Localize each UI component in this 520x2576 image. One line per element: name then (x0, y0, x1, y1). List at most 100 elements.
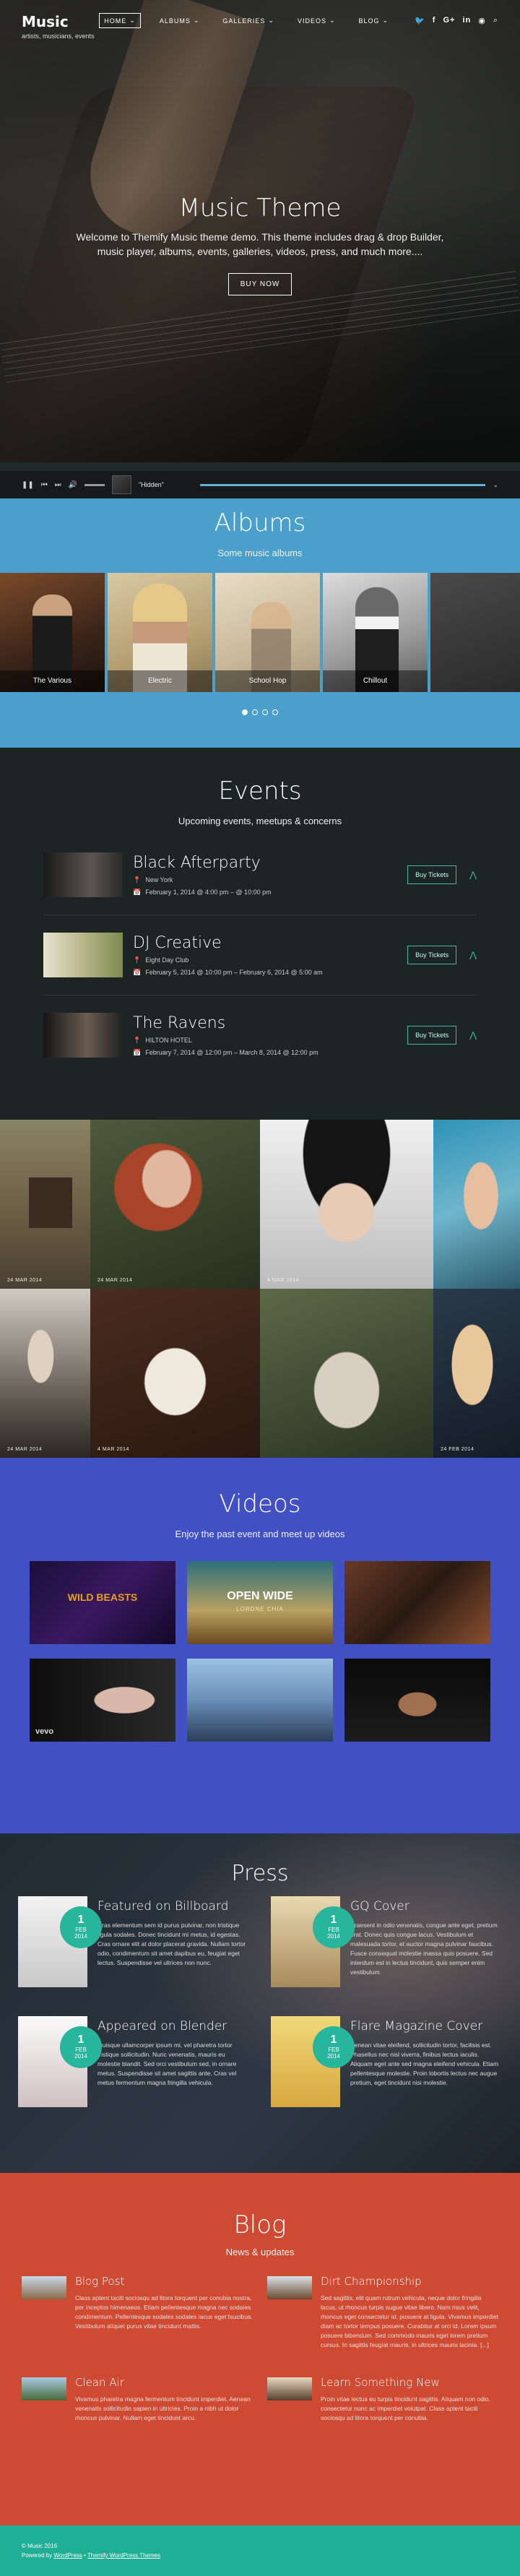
video-thumbnail[interactable] (344, 1659, 490, 1742)
carousel-dot[interactable] (262, 709, 268, 715)
linkedin-icon[interactable]: in (462, 16, 471, 25)
press-item-title[interactable]: Featured on Billboard (98, 1899, 249, 1914)
wordpress-link[interactable]: WordPress (53, 2552, 82, 2559)
gallery-photo[interactable]: 24 MAR 2014 (90, 1120, 260, 1289)
chevron-down-icon[interactable]: ⌄ (493, 481, 498, 489)
albums-section: Albums Some music albums The Various Ele… (0, 498, 520, 748)
next-icon[interactable]: ⏭ (55, 481, 61, 489)
gallery-photo[interactable]: 4 MAR 2014 (260, 1120, 433, 1289)
rss-icon[interactable]: ◉ (478, 16, 486, 25)
volume-slider[interactable] (84, 483, 105, 486)
badge-year: 2014 (74, 2053, 87, 2059)
buy-tickets-button[interactable]: Buy Tickets (407, 865, 457, 884)
footer-credits: Powered by WordPress • Themify WordPress… (22, 2551, 498, 2560)
album-item[interactable]: Chillout (323, 573, 428, 692)
share-icon[interactable]: ⋀ (469, 1030, 477, 1040)
blog-post-image[interactable] (22, 2377, 66, 2400)
twitter-icon[interactable]: 🐦 (415, 16, 425, 25)
press-item-title[interactable]: Appeared on Blender (98, 2019, 249, 2033)
press-item-title[interactable]: GQ Cover (350, 1899, 502, 1914)
press-magazine-cover[interactable]: 1 FEB 2014 (271, 2016, 355, 2107)
video-thumbnail[interactable] (187, 1659, 333, 1742)
video-thumbnail[interactable] (344, 1561, 490, 1644)
blog-post-image[interactable] (267, 2276, 312, 2299)
gallery-photo[interactable]: 24 MAR 2014 (0, 1289, 90, 1458)
event-name[interactable]: The Ravens (133, 1014, 318, 1032)
google-plus-icon[interactable]: G+ (443, 16, 455, 25)
event-name[interactable]: DJ Creative (133, 934, 323, 952)
pause-icon[interactable]: ❚❚ (22, 481, 34, 489)
nav-item-home[interactable]: HOME ⌄ (99, 13, 141, 28)
video-thumbnail[interactable]: OPEN WIDE LORDNE CHIA (187, 1561, 333, 1644)
press-item: 1 FEB 2014 Flare Magazine Cover Aenean vit… (271, 2016, 502, 2107)
gallery-photo[interactable] (260, 1289, 433, 1458)
chevron-down-icon: ⌄ (329, 17, 336, 24)
buy-tickets-button[interactable]: Buy Tickets (407, 1026, 457, 1045)
themify-link[interactable]: Themify WordPress Themes (87, 2552, 160, 2559)
event-image[interactable] (43, 852, 123, 897)
album-item[interactable]: School Hop (215, 573, 320, 692)
press-magazine-cover[interactable]: 1 FEB 2014 (18, 2016, 102, 2107)
album-item-partial[interactable] (430, 573, 520, 692)
blog-post-title[interactable]: Learn Something New (321, 2376, 498, 2389)
gallery-photo[interactable]: 4 MAR 2014 (90, 1289, 260, 1458)
buy-tickets-button[interactable]: Buy Tickets (407, 946, 457, 964)
press-date-badge: 1 FEB 2014 (313, 1906, 355, 1948)
share-icon[interactable]: ⋀ (469, 950, 477, 960)
calendar-icon: 📅 (133, 968, 142, 976)
event-image[interactable] (43, 933, 123, 977)
press-item-text: Aenean vitae eleifend, sollicitudin tort… (350, 2041, 499, 2086)
blog-post-image[interactable] (22, 2276, 66, 2299)
carousel-dot[interactable] (272, 709, 278, 715)
facebook-icon[interactable]: f (433, 16, 436, 25)
carousel-dot[interactable] (242, 709, 248, 715)
nav-item-albums[interactable]: ALBUMS ⌄ (155, 14, 204, 27)
volume-icon[interactable]: 🔊 (69, 481, 77, 489)
chevron-down-icon: ⌄ (268, 17, 274, 24)
share-icon[interactable]: ⋀ (469, 870, 477, 880)
gallery-photo[interactable]: 24 FEB 2014 (433, 1289, 520, 1458)
search-icon[interactable]: ⌕ (493, 16, 498, 25)
nav-item-videos[interactable]: VIDEOS ⌄ (293, 14, 340, 27)
albums-title: Albums (214, 509, 306, 537)
previous-icon[interactable]: ⏮ (41, 481, 48, 489)
album-carousel: The Various Electric School Hop Chillout (0, 573, 520, 692)
badge-month: FEB (328, 2046, 339, 2053)
press-item-title[interactable]: Flare Magazine Cover (350, 2019, 502, 2033)
nav-label: ALBUMS (159, 17, 191, 25)
carousel-dot[interactable] (252, 709, 258, 715)
nav-item-blog[interactable]: BLOG ⌄ (355, 14, 394, 27)
blog-post: Blog Post Class aptent taciti sociosqu a… (22, 2275, 253, 2350)
event-image[interactable] (43, 1013, 123, 1058)
gallery-photo-detail (29, 1177, 72, 1228)
gallery-date: 24 MAR 2014 (7, 1447, 43, 1452)
site-logo[interactable]: Music (22, 13, 95, 30)
blog-post-title[interactable]: Blog Post (75, 2275, 253, 2288)
album-item[interactable]: Electric (108, 573, 212, 692)
press-magazine-cover[interactable]: 1 FEB 2014 (18, 1896, 102, 1987)
badge-month: FEB (75, 1927, 87, 1933)
blog-post-excerpt: Proin vitae lectus eu turpis tincidunt s… (321, 2395, 490, 2421)
gallery-photo[interactable]: 24 MAR 2014 (0, 1120, 90, 1289)
event-details: The Ravens 📍 HILTON HOTEL 📅 February 7, 20… (133, 1014, 318, 1057)
event-name[interactable]: Black Afterparty (133, 854, 272, 872)
video-thumbnail[interactable]: vevo (30, 1659, 176, 1742)
gallery-date: 24 MAR 2014 (98, 1278, 133, 1283)
date-text: February 5, 2014 @ 10:00 pm – February 6… (145, 968, 323, 976)
blog-post: Learn Something New Proin vitae lectus e… (267, 2376, 498, 2423)
event-date: 📅 February 7, 2014 @ 12:00 pm – March 8, … (133, 1049, 318, 1057)
blog-post-image[interactable] (267, 2377, 312, 2400)
powered-by-text: Powered by (22, 2552, 53, 2559)
buy-now-button[interactable]: BUY NOW (228, 273, 292, 295)
blog-post-title[interactable]: Dirt Championship (321, 2275, 498, 2288)
gallery-photo[interactable] (433, 1120, 520, 1289)
press-item-text: Praesent in odio venenatis, congue ante … (350, 1922, 498, 1976)
progress-bar[interactable] (199, 483, 486, 486)
press-magazine-cover[interactable]: 1 FEB 2014 (271, 1896, 355, 1987)
blog-post-title[interactable]: Clean Air (75, 2376, 253, 2389)
video-thumbnail[interactable]: WILD BEASTS (30, 1561, 176, 1644)
event-item: DJ Creative 📍 Eight Day Club 📅 February 5,… (43, 915, 477, 995)
nav-item-galleries[interactable]: GALLERIES ⌄ (218, 14, 279, 27)
album-item[interactable]: The Various (0, 573, 105, 692)
press-item: 1 FEB 2014 Featured on Billboard Cras elem… (18, 1896, 249, 1987)
